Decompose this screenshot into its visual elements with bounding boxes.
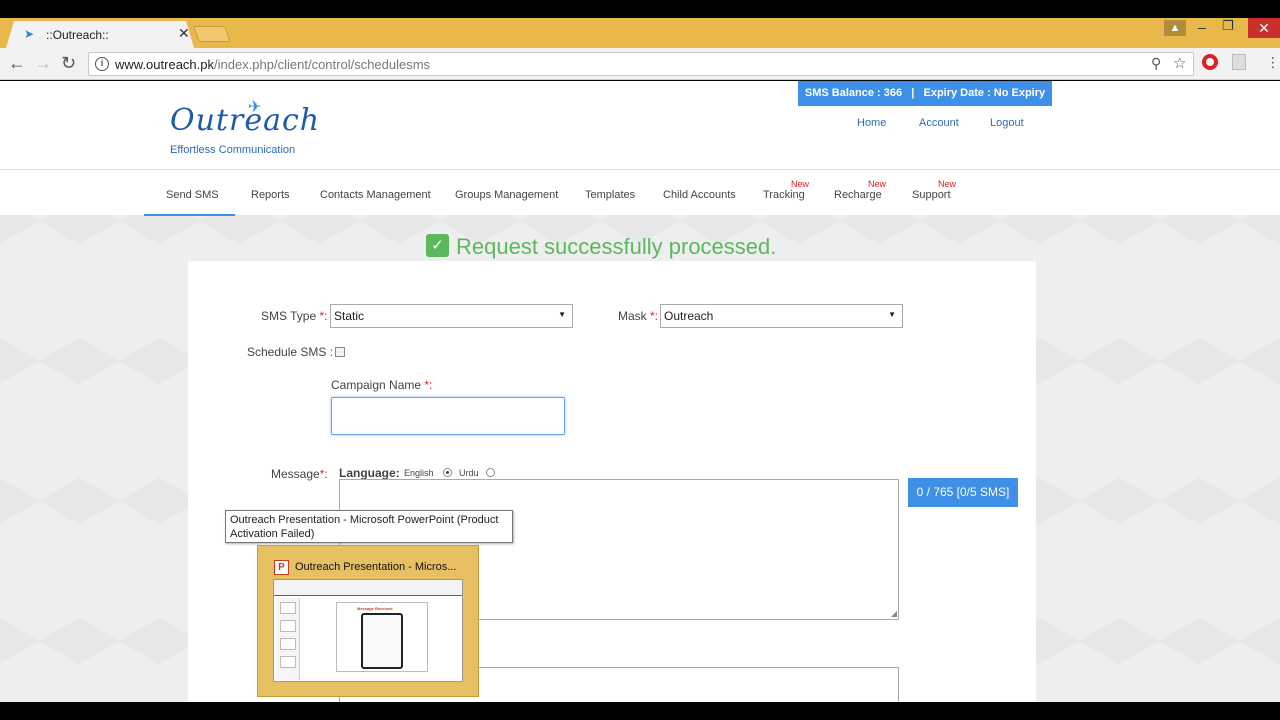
nav-support[interactable]: Support: [912, 189, 951, 201]
web-page: Outreach ✈ Effortless Communication SMS …: [0, 81, 1280, 702]
checkmark-icon: ✓: [426, 234, 449, 257]
language-label: Language:: [339, 466, 400, 480]
new-badge: New: [868, 179, 887, 189]
taskbar-tooltip: Outreach Presentation - Microsoft PowerP…: [225, 510, 513, 543]
nav-tracking[interactable]: Tracking: [763, 189, 805, 201]
nav-contacts-management[interactable]: Contacts Management: [320, 189, 431, 201]
logo-bird-icon: ✈: [248, 99, 262, 116]
browser-tab[interactable]: ➤ ::Outreach:: ✕: [6, 21, 194, 48]
logo-tagline: Effortless Communication: [170, 144, 296, 156]
campaign-name-label: Campaign Name *:: [331, 378, 433, 392]
back-arrow-icon[interactable]: ←: [8, 53, 26, 74]
address-bar[interactable]: i www.outreach.pk/index.php/client/contr…: [88, 52, 1194, 76]
logout-link[interactable]: Logout: [990, 117, 1024, 129]
chrome-menu-icon[interactable]: ⋮: [1266, 54, 1280, 71]
url-path: /index.php/client/control/schedulesms: [214, 57, 431, 72]
mask-label: Mask *:: [618, 309, 659, 323]
preview-thumbnail[interactable]: Message Received: [273, 579, 463, 682]
schedule-sms-checkbox[interactable]: [335, 347, 345, 357]
reload-icon[interactable]: ↻: [61, 53, 76, 74]
english-option-label: English: [404, 468, 434, 478]
ppt-ribbon: [274, 580, 462, 596]
new-tab-button[interactable]: [193, 26, 231, 42]
active-tab-indicator: [144, 214, 235, 216]
success-message: Request successfully processed.: [456, 234, 777, 259]
sms-balance-bar: SMS Balance : 366 | Expiry Date : No Exp…: [798, 81, 1052, 106]
character-counter: 0 / 765 [0/5 SMS]: [908, 478, 1018, 507]
dropdown-arrow-icon: ▼: [558, 310, 566, 319]
bookmark-star-icon[interactable]: ☆: [1173, 54, 1186, 72]
slide-thumbnail: [280, 620, 296, 632]
resize-grip-icon[interactable]: ◢: [891, 609, 897, 618]
url-text[interactable]: www.outreach.pk/index.php/client/control…: [115, 57, 430, 72]
schedule-sms-label: Schedule SMS :: [247, 345, 334, 359]
slide-title: Message Received: [357, 606, 393, 611]
preview-title: Outreach Presentation - Micros...: [295, 561, 457, 573]
nav-recharge[interactable]: Recharge: [834, 189, 882, 201]
extension-record-icon[interactable]: [1202, 54, 1218, 70]
new-badge: New: [938, 179, 957, 189]
home-link[interactable]: Home: [857, 117, 886, 129]
mask-value: Outreach: [664, 309, 714, 323]
forward-arrow-icon[interactable]: →: [34, 53, 52, 74]
site-logo[interactable]: Outreach: [170, 103, 320, 138]
restore-icon[interactable]: ❐: [1222, 18, 1234, 34]
info-icon[interactable]: i: [95, 57, 109, 71]
sms-type-select[interactable]: Static ▼: [330, 304, 573, 328]
main-nav: Send SMS Reports Contacts Management Gro…: [0, 169, 1280, 216]
nav-templates[interactable]: Templates: [585, 189, 635, 201]
url-host: www.outreach.pk: [115, 57, 214, 72]
powerpoint-icon: P: [274, 560, 289, 575]
nav-groups-management[interactable]: Groups Management: [455, 189, 558, 201]
taskbar-window-preview[interactable]: P Outreach Presentation - Micros... Mess…: [257, 545, 479, 697]
nav-child-accounts[interactable]: Child Accounts: [663, 189, 736, 201]
slide-thumbnail: [280, 638, 296, 650]
browser-tabstrip: ➤ ::Outreach:: ✕ ▲ – ❐ ✕: [0, 18, 1280, 48]
mask-select[interactable]: Outreach ▼: [660, 304, 903, 328]
user-profile-icon[interactable]: ▲: [1164, 20, 1186, 36]
ppt-slide: Message Received: [336, 602, 428, 672]
zoom-icon[interactable]: ⚲: [1151, 55, 1161, 72]
sms-type-value: Static: [334, 309, 365, 323]
bird-favicon-icon: ➤: [24, 27, 35, 41]
account-link[interactable]: Account: [919, 117, 959, 129]
site-header: Outreach ✈ Effortless Communication SMS …: [0, 81, 1280, 169]
urdu-option-label: Urdu: [459, 468, 479, 478]
screen-top-border: [0, 0, 1280, 18]
campaign-name-input[interactable]: [331, 397, 565, 435]
extension-pdf-icon[interactable]: [1232, 54, 1246, 70]
english-radio[interactable]: [443, 468, 452, 477]
nav-reports[interactable]: Reports: [251, 189, 290, 201]
ppt-slide-pane: [276, 598, 300, 680]
urdu-radio[interactable]: [486, 468, 495, 477]
window-close-icon[interactable]: ✕: [1248, 18, 1280, 38]
slide-thumbnail: [280, 602, 296, 614]
new-badge: New: [791, 179, 810, 189]
message-label: Message*:: [271, 467, 328, 481]
slide-thumbnail: [280, 656, 296, 668]
minimize-icon[interactable]: –: [1198, 19, 1206, 35]
phone-image: [361, 613, 403, 669]
dropdown-arrow-icon: ▼: [888, 310, 896, 319]
tab-close-icon[interactable]: ✕: [178, 25, 190, 42]
nav-send-sms[interactable]: Send SMS: [166, 189, 219, 201]
screen-bottom-border: [0, 702, 1280, 720]
tab-title: ::Outreach::: [46, 28, 109, 42]
browser-toolbar: ← → ↻ i www.outreach.pk/index.php/client…: [0, 48, 1280, 80]
sms-type-label: SMS Type *:: [261, 309, 328, 323]
